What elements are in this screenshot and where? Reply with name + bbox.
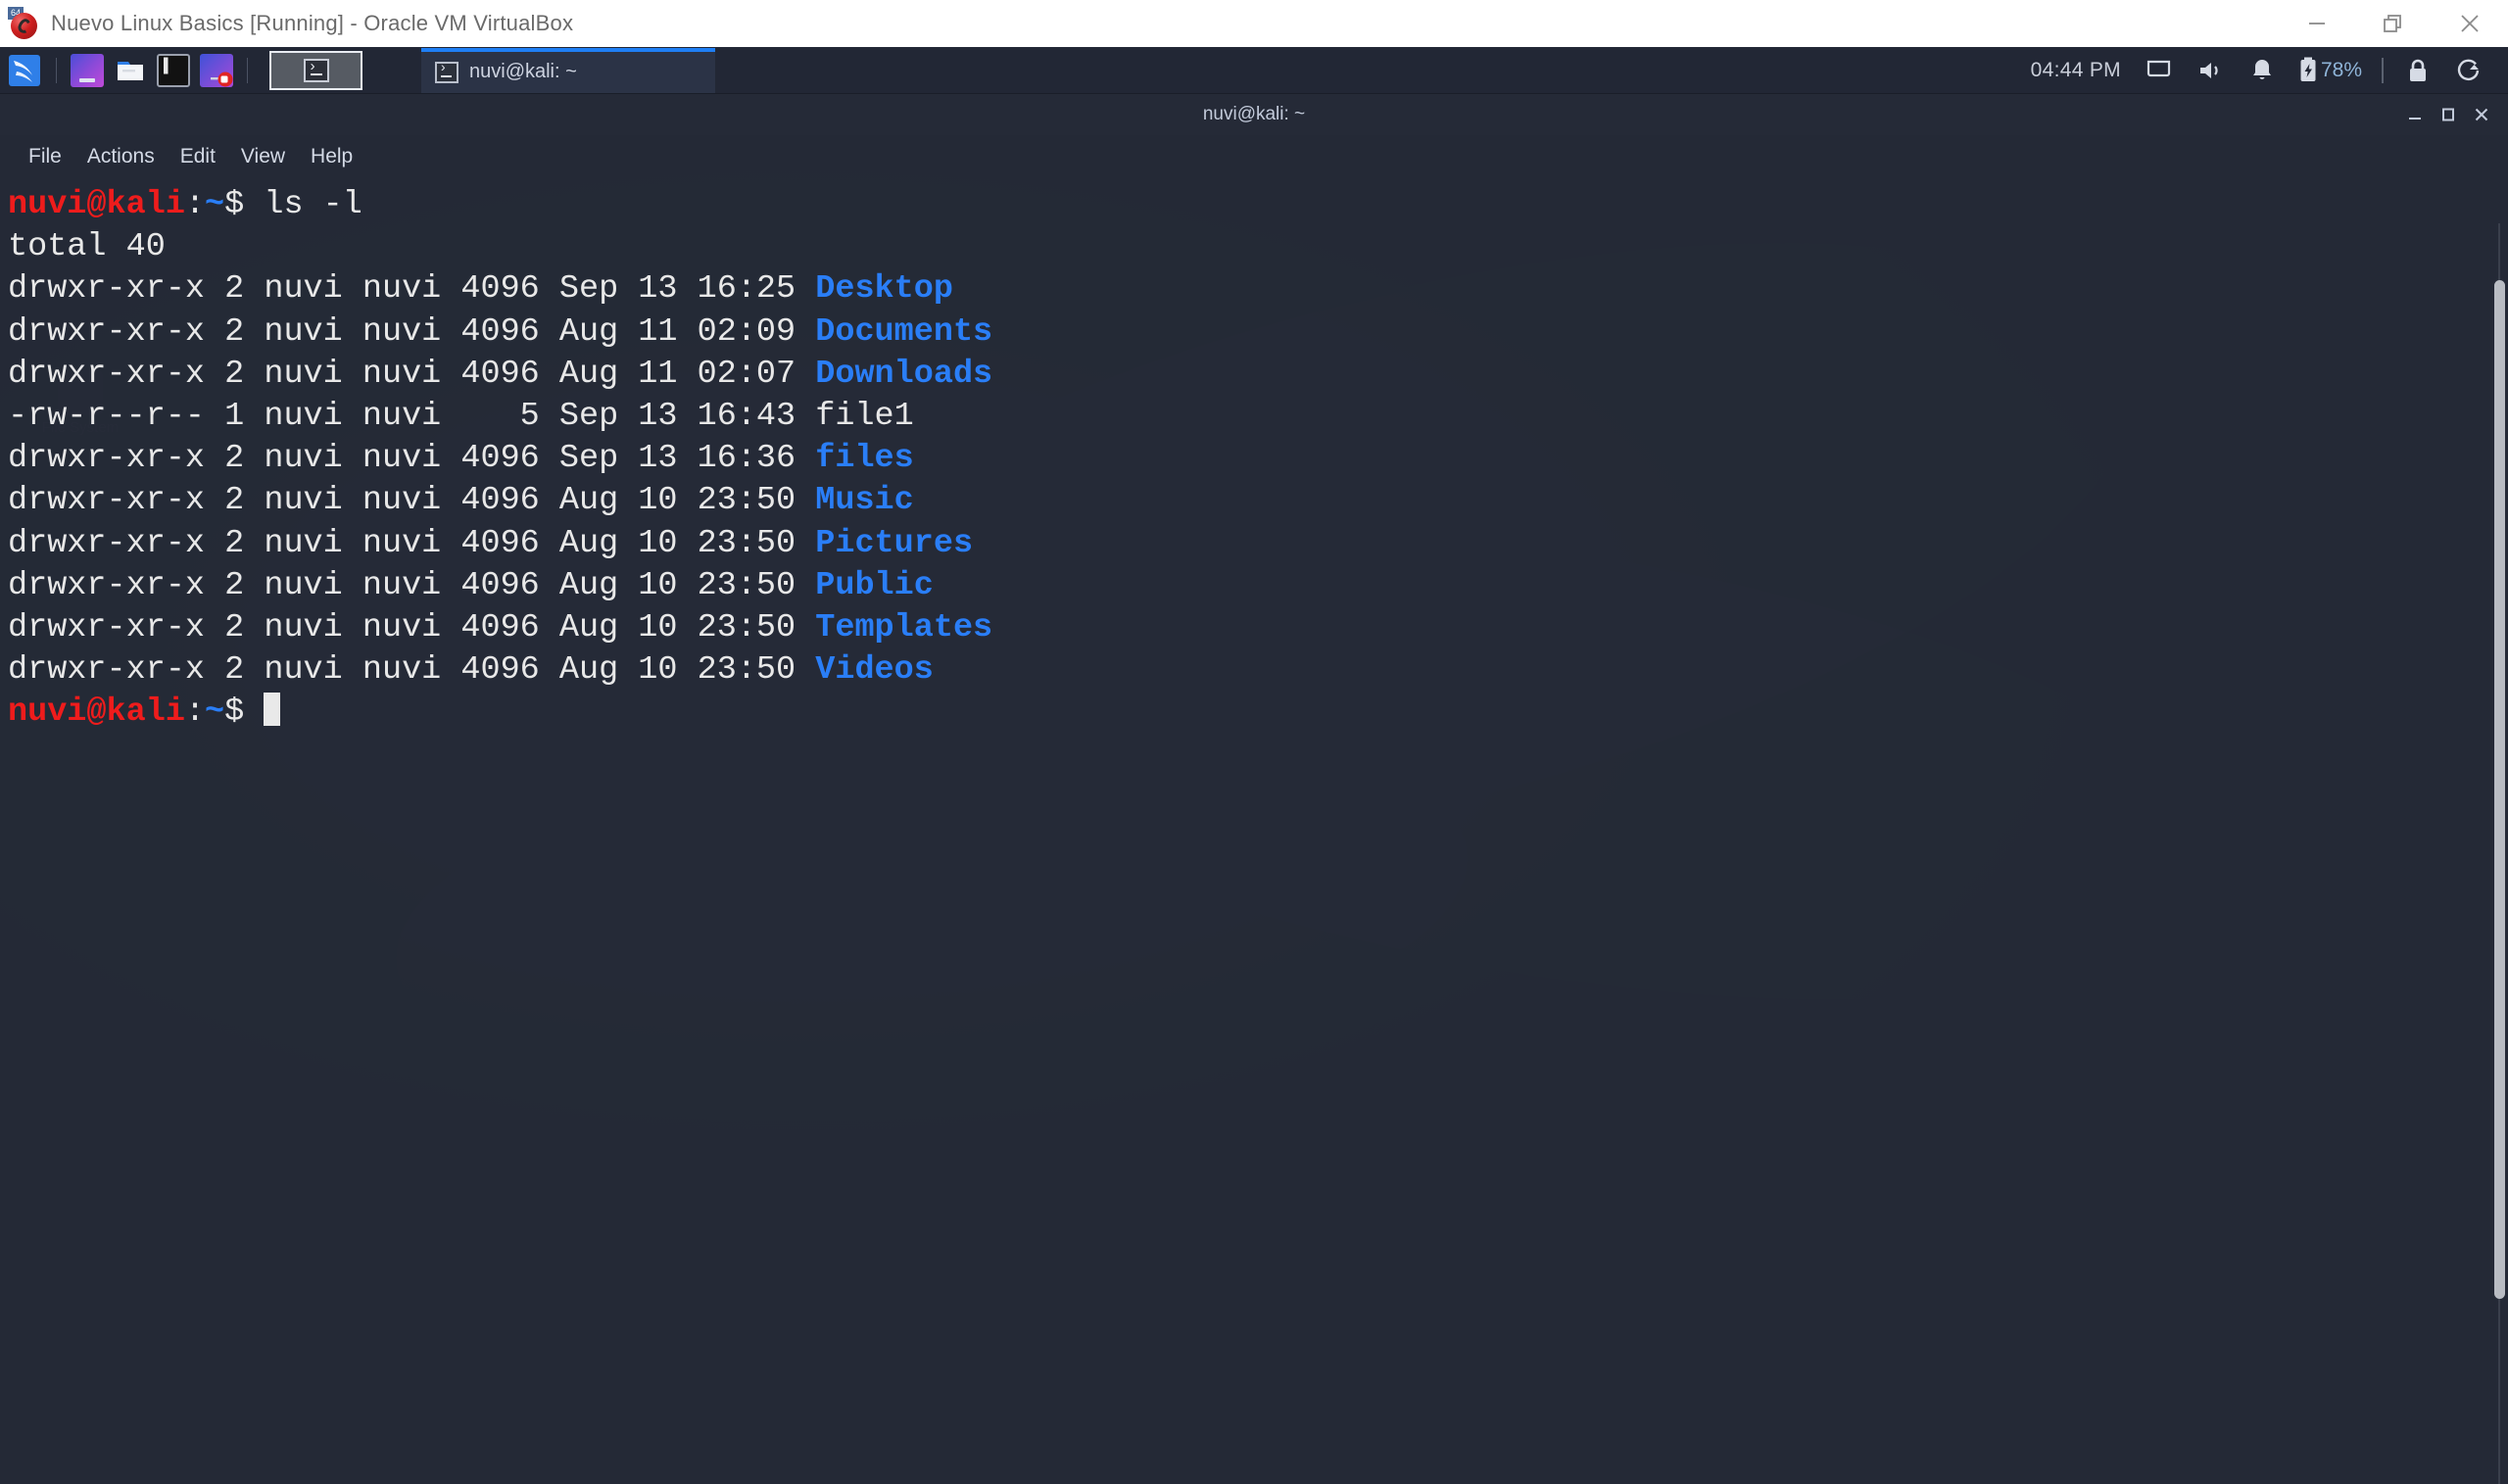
virtualbox-window-title: Nuevo Linux Basics [Running] - Oracle VM… bbox=[51, 11, 573, 36]
taskbar-window-label: nuvi@kali: ~ bbox=[469, 61, 577, 83]
file-manager-icon[interactable] bbox=[114, 54, 147, 87]
terminal-close-button[interactable] bbox=[2465, 94, 2498, 135]
terminal-output-area[interactable]: nuvi@kali:~$ ls -l total 40 drwxr-xr-x 2… bbox=[0, 178, 2508, 1484]
virtualbox-window: 64 Nuevo Linux Basics [Running] - Oracle… bbox=[0, 0, 2508, 1484]
terminal-menubar: File Actions Edit View Help bbox=[0, 135, 2508, 178]
display-icon[interactable] bbox=[2133, 47, 2185, 94]
terminal-icon bbox=[435, 62, 458, 83]
screen-recorder-icon[interactable] bbox=[200, 54, 233, 87]
logout-icon[interactable] bbox=[2442, 47, 2494, 94]
terminal-maximize-button[interactable] bbox=[2432, 94, 2465, 135]
terminal-titlebar[interactable]: nuvi@kali: ~ bbox=[0, 94, 2508, 135]
web-browser-icon[interactable] bbox=[71, 54, 104, 87]
battery-charging-icon[interactable] bbox=[2287, 47, 2317, 94]
tray-separator bbox=[2382, 58, 2384, 83]
workspace-switcher[interactable] bbox=[269, 51, 362, 90]
battery-percent-label: 78% bbox=[2317, 59, 2372, 82]
kali-menu-icon[interactable] bbox=[2, 48, 47, 93]
taskbar-window-button-terminal[interactable]: nuvi@kali: ~ bbox=[421, 48, 715, 93]
virtualbox-window-controls bbox=[2279, 0, 2508, 47]
volume-icon[interactable] bbox=[2185, 47, 2238, 94]
menu-file[interactable]: File bbox=[16, 141, 74, 172]
scrollbar-thumb[interactable] bbox=[2494, 280, 2505, 1299]
menu-view[interactable]: View bbox=[228, 141, 298, 172]
panel-separator bbox=[56, 58, 57, 83]
terminal-cursor bbox=[264, 693, 280, 726]
bell-icon[interactable] bbox=[2238, 47, 2287, 94]
terminal-scrollbar[interactable] bbox=[2494, 223, 2505, 1484]
vbox-close-button[interactable] bbox=[2432, 0, 2508, 47]
workspace-terminal-icon bbox=[304, 59, 329, 82]
vbox-minimize-button[interactable] bbox=[2279, 0, 2355, 47]
system-tray: 04:44 PM bbox=[2015, 47, 2508, 94]
menu-actions[interactable]: Actions bbox=[74, 141, 168, 172]
clock[interactable]: 04:44 PM bbox=[2015, 59, 2133, 82]
terminal-text: nuvi@kali:~$ ls -l total 40 drwxr-xr-x 2… bbox=[8, 184, 2508, 735]
virtualbox-logo-icon: 64 bbox=[8, 7, 41, 40]
panel-separator bbox=[247, 58, 248, 83]
virtualbox-titlebar: 64 Nuevo Linux Basics [Running] - Oracle… bbox=[0, 0, 2508, 47]
vbox-restore-button[interactable] bbox=[2355, 0, 2432, 47]
lock-icon[interactable] bbox=[2393, 47, 2442, 94]
terminal-window: nuvi@kali: ~ bbox=[0, 94, 2508, 1484]
guest-screen: File System bbox=[0, 47, 2508, 1484]
terminal-icon[interactable] bbox=[157, 54, 190, 87]
menu-help[interactable]: Help bbox=[298, 141, 365, 172]
menu-edit[interactable]: Edit bbox=[168, 141, 228, 172]
terminal-minimize-button[interactable] bbox=[2398, 94, 2432, 135]
terminal-window-title: nuvi@kali: ~ bbox=[1203, 104, 1305, 125]
kali-top-panel: nuvi@kali: ~ 04:44 PM bbox=[0, 47, 2508, 94]
terminal-window-controls bbox=[2398, 94, 2498, 135]
